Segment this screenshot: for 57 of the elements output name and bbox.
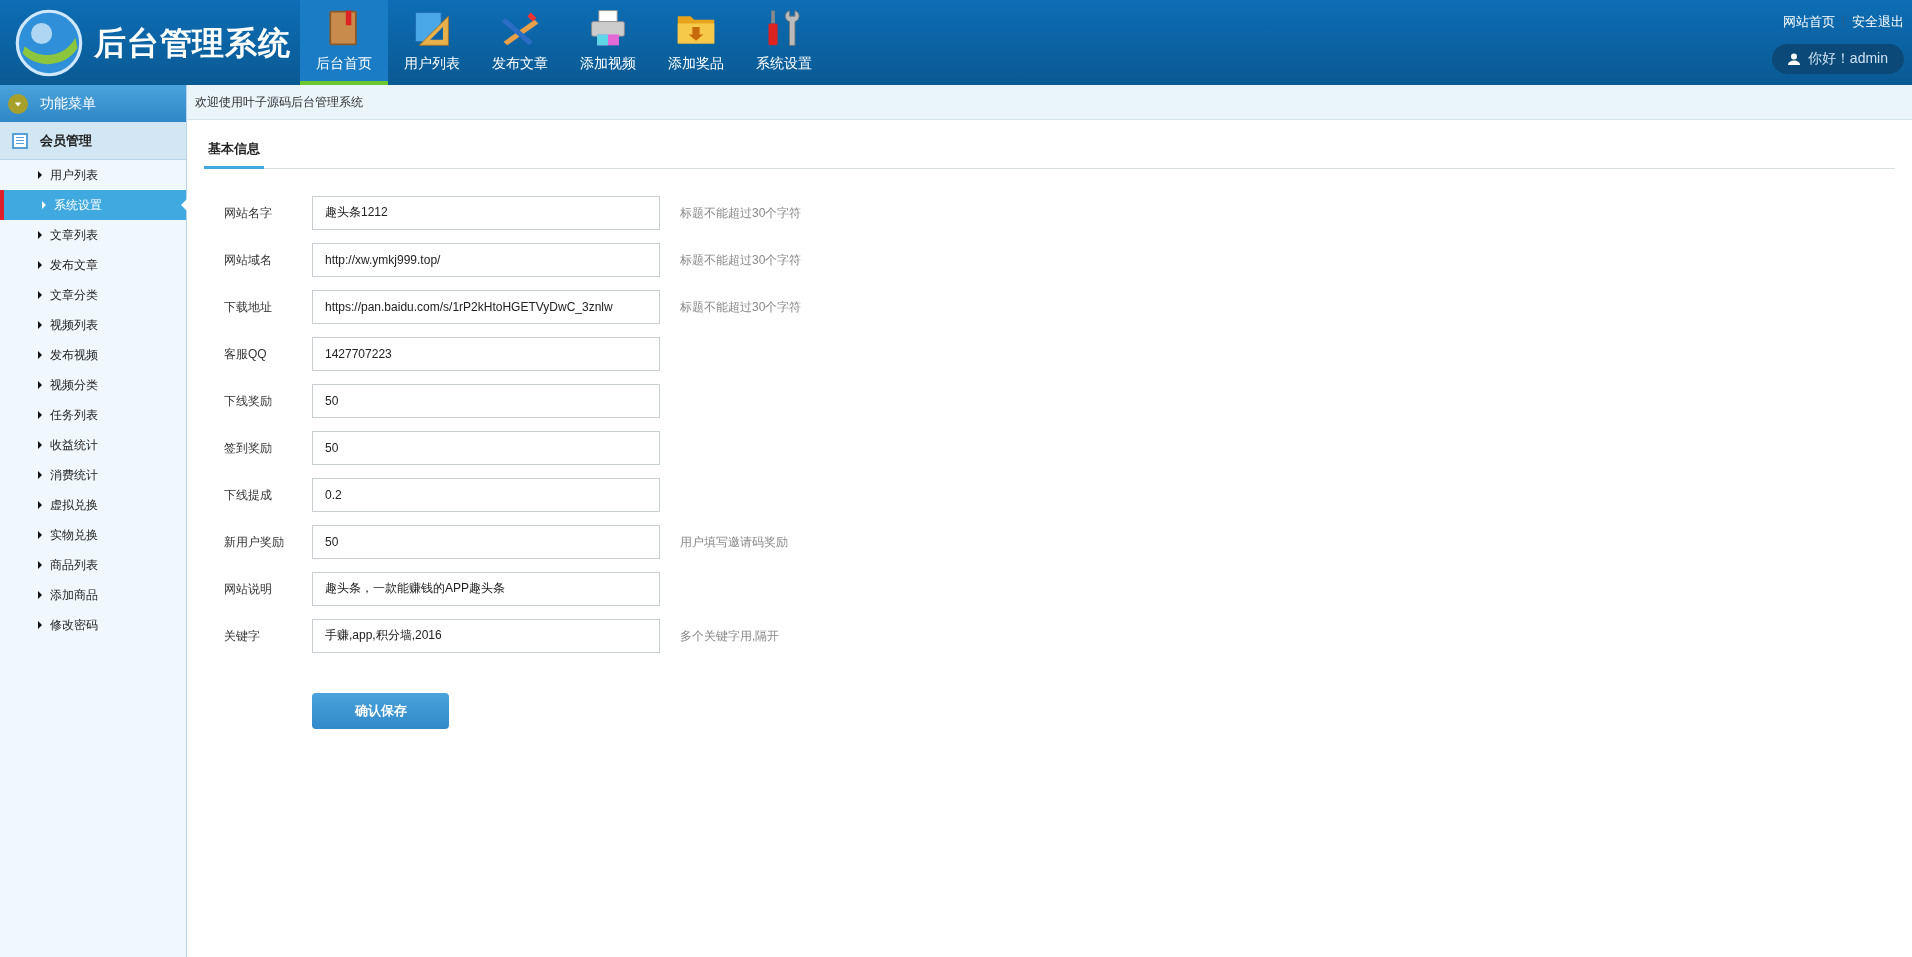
menu-group[interactable]: 会员管理 — [0, 122, 186, 160]
user-icon — [1787, 52, 1800, 65]
sidebar-item[interactable]: 修改密码 — [0, 610, 186, 640]
field-hint: 标题不能超过30个字符 — [680, 204, 802, 222]
list-icon — [12, 132, 28, 149]
user-greeting: 你好！admin — [1771, 43, 1904, 74]
field-label: 新用户奖励 — [224, 533, 285, 551]
sidebar-item[interactable]: 实物兑换 — [0, 520, 186, 550]
dropdown-icon — [8, 93, 28, 114]
field-label: 关键字 — [224, 627, 261, 645]
nav-tab[interactable]: 系统设置 — [740, 0, 828, 85]
sidebar-item[interactable]: 发布文章 — [0, 250, 186, 280]
sidebar-item[interactable]: 发布视频 — [0, 340, 186, 370]
sidebar-item[interactable]: 添加商品 — [0, 580, 186, 610]
nav-tab[interactable]: 发布文章 — [476, 0, 564, 85]
field-hint: 用户填写邀请码奖励 — [680, 533, 788, 551]
sidebar-item[interactable]: 任务列表 — [0, 400, 186, 430]
site-home-link[interactable]: 网站首页 — [1783, 12, 1835, 32]
input-field[interactable]: 手赚,app,积分墙,2016 — [312, 618, 660, 653]
input-field[interactable]: 1427707223 — [312, 336, 660, 371]
field-label: 下线奖励 — [224, 392, 273, 410]
sidebar-item[interactable]: 消费统计 — [0, 460, 186, 490]
sidebar-item[interactable]: 文章列表 — [0, 220, 186, 250]
logout-link[interactable]: 安全退出 — [1852, 12, 1904, 32]
section-tab[interactable]: 基本信息 — [204, 131, 264, 169]
field-label: 下载地址 — [224, 298, 273, 316]
sidebar-item[interactable]: 商品列表 — [0, 550, 186, 580]
sidebar-item[interactable]: 视频列表 — [0, 310, 186, 340]
sidebar-item[interactable]: 虚拟兑换 — [0, 490, 186, 520]
input-field[interactable]: 趣头条，一款能赚钱的APP趣头条 — [312, 571, 660, 606]
input-field[interactable]: http://xw.ymkj999.top/ — [312, 242, 660, 277]
input-field[interactable]: 趣头条1212 — [312, 195, 660, 230]
field-label: 网站域名 — [224, 251, 273, 269]
sidebar-item[interactable]: 用户列表 — [0, 160, 186, 190]
input-field[interactable]: https://pan.baidu.com/s/1rP2kHtoHGETVyDwC_3znlw — [312, 289, 660, 324]
sidebar-item[interactable]: 视频分类 — [0, 370, 186, 400]
input-field[interactable]: 50 — [312, 524, 660, 559]
input-field[interactable]: 50 — [312, 383, 660, 418]
nav-tab[interactable]: 添加视频 — [564, 0, 652, 85]
nav-tab[interactable]: 后台首页 — [300, 0, 388, 85]
field-label: 网站名字 — [224, 204, 273, 222]
input-field[interactable]: 0.2 — [312, 477, 660, 512]
nav-tab[interactable]: 添加奖品 — [652, 0, 740, 85]
sidebar-item[interactable]: 收益统计 — [0, 430, 186, 460]
breadcrumb: 欢迎使用叶子源码后台管理系统 — [187, 85, 1912, 120]
input-field[interactable]: 50 — [312, 430, 660, 465]
field-label: 签到奖励 — [224, 439, 273, 457]
sidebar-item[interactable]: 文章分类 — [0, 280, 186, 310]
system-title: 后台管理系统 — [94, 23, 291, 63]
field-label: 客服QQ — [224, 345, 268, 363]
field-hint: 多个关键字用,隔开 — [680, 627, 780, 645]
nav-tab[interactable]: 用户列表 — [388, 0, 476, 85]
field-hint: 标题不能超过30个字符 — [680, 298, 802, 316]
menu-header: 功能菜单 — [0, 85, 186, 122]
field-label: 下线提成 — [224, 486, 273, 504]
field-label: 网站说明 — [224, 580, 273, 598]
field-hint: 标题不能超过30个字符 — [680, 251, 802, 269]
